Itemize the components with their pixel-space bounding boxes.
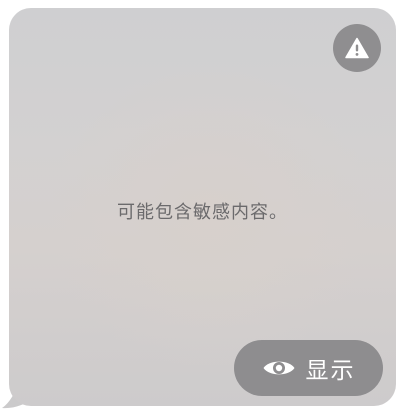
sensitive-content-message: 可能包含敏感内容。 <box>117 202 288 223</box>
sensitive-content-bubble[interactable]: 可能包含敏感内容。 显示 <box>9 8 396 406</box>
show-button[interactable]: 显示 <box>234 340 383 396</box>
show-button-label: 显示 <box>305 358 356 384</box>
message-canvas: 可能包含敏感内容。 显示 <box>0 0 404 411</box>
warning-button[interactable] <box>333 24 381 72</box>
warning-triangle-icon <box>345 37 369 59</box>
eye-icon <box>263 361 294 375</box>
